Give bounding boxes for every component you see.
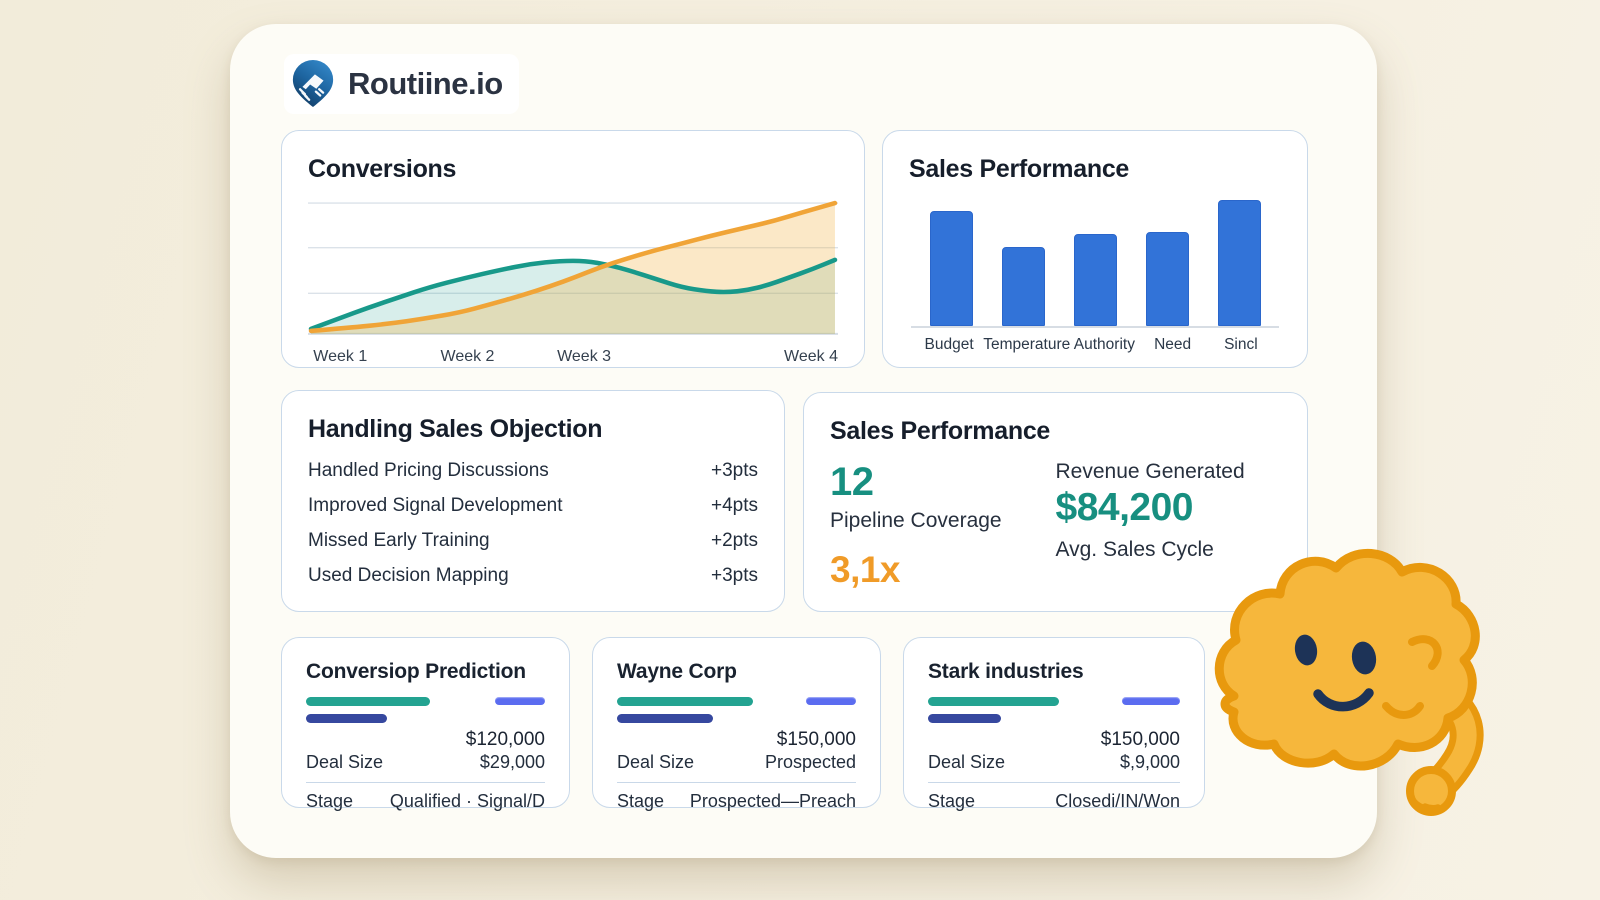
deal-size-label: Deal Size [928, 752, 1005, 773]
objection-points: +4pts [711, 495, 758, 517]
bar-label-need: Need [1139, 336, 1207, 354]
deal-amount: $150,000 [617, 729, 856, 751]
bar-label-sincl: Sincl [1207, 336, 1275, 354]
deal-progress-bars [928, 697, 1180, 723]
revenue-generated-value: $84,200 [1056, 486, 1282, 530]
stage-label: Stage [617, 791, 664, 812]
brain-mascot-icon [1206, 538, 1486, 823]
deal-card: Wayne Corp $150,000 Deal Size Prospected… [592, 637, 881, 808]
deal-size-value: $29,000 [480, 752, 545, 773]
divider [617, 782, 856, 783]
objection-label: Missed Early Training [308, 530, 490, 552]
objection-row: Improved Signal Development +4pts [308, 495, 758, 517]
stage-value: Qualified · Signal/D [390, 791, 545, 812]
stage-label: Stage [306, 791, 353, 812]
deal-card: Conversiop Prediction $120,000 Deal Size… [281, 637, 570, 808]
handshake-pin-icon [290, 60, 336, 108]
app-name: Routiine.io [348, 66, 503, 102]
objection-row: Handled Pricing Discussions +3pts [308, 460, 758, 482]
deal-amount: $150,000 [928, 729, 1180, 751]
bar-chart [909, 200, 1281, 326]
coverage-multiplier-value: 3,1x [830, 549, 1056, 591]
deal-size-value: Prospected [765, 752, 856, 773]
x-label-week3: Week 3 [557, 348, 611, 366]
bar-authority [1074, 234, 1117, 326]
deal-bar-teal [928, 697, 1059, 706]
bar-need [1146, 232, 1189, 327]
objection-points: +3pts [711, 460, 758, 482]
objection-label: Handled Pricing Discussions [308, 460, 549, 482]
dashboard-sheet: Routiine.io Conversions Week 1 Week 2 We… [230, 24, 1377, 858]
objection-points: +3pts [711, 565, 758, 587]
deal-amount: $120,000 [306, 729, 545, 751]
bar-label-temperature: Temperature [983, 336, 1070, 354]
conversions-x-axis: Week 1 Week 2 Week 3 Week 4 [308, 346, 838, 370]
deal-title: Stark industries [928, 660, 1180, 684]
conversions-title: Conversions [308, 155, 838, 184]
pipeline-coverage-label: Pipeline Coverage [830, 509, 1056, 533]
deal-bar-teal [617, 697, 753, 706]
stage-value: Closedi/IN/Won [1055, 791, 1180, 812]
deal-title: Wayne Corp [617, 660, 856, 684]
stage-value: Prospected—Preach [690, 791, 856, 812]
conversions-area-chart [308, 198, 838, 340]
x-label-week4: Week 4 [784, 348, 838, 366]
conversions-card: Conversions Week 1 Week 2 Week 3 Week 4 [281, 130, 865, 368]
deal-bar-navy [928, 714, 1001, 723]
bar-sincl [1218, 200, 1261, 326]
deal-bar-pill [495, 697, 545, 705]
bar-label-authority: Authority [1070, 336, 1138, 354]
objection-row: Used Decision Mapping +3pts [308, 565, 758, 587]
deal-title: Conversiop Prediction [306, 660, 545, 684]
deal-size-value: $,9,000 [1120, 752, 1180, 773]
x-label-week2: Week 2 [441, 348, 495, 366]
sales-stats-title: Sales Performance [830, 417, 1281, 446]
bar-label-budget: Budget [915, 336, 983, 354]
sales-performance-bar-title: Sales Performance [909, 155, 1281, 184]
objections-title: Handling Sales Objection [308, 415, 758, 444]
objections-card: Handling Sales Objection Handled Pricing… [281, 390, 785, 612]
deal-progress-bars [617, 697, 856, 723]
deal-bar-navy [617, 714, 713, 723]
revenue-generated-label: Revenue Generated [1056, 460, 1282, 484]
bar-budget [930, 211, 973, 326]
divider [306, 782, 545, 783]
objection-label: Used Decision Mapping [308, 565, 509, 587]
deal-card: Stark industries $150,000 Deal Size $,9,… [903, 637, 1205, 808]
dashboard-background: Routiine.io Conversions Week 1 Week 2 We… [0, 0, 1600, 900]
stage-label: Stage [928, 791, 975, 812]
deal-size-label: Deal Size [617, 752, 694, 773]
sales-performance-bar-card: Sales Performance Budget Temperature Aut… [882, 130, 1308, 368]
bar-chart-axis [911, 326, 1279, 328]
objection-row: Missed Early Training +2pts [308, 530, 758, 552]
bar-temperature [1002, 247, 1045, 326]
deal-bar-pill [806, 697, 856, 705]
deal-bar-pill [1122, 697, 1180, 705]
bar-chart-labels: Budget Temperature Authority Need Sincl [909, 336, 1281, 354]
pipeline-count-value: 12 [830, 460, 1056, 505]
deal-bar-navy [306, 714, 387, 723]
objection-points: +2pts [711, 530, 758, 552]
deal-progress-bars [306, 697, 545, 723]
objection-label: Improved Signal Development [308, 495, 563, 517]
x-label-week1: Week 1 [313, 348, 367, 366]
deal-bar-teal [306, 697, 430, 706]
deal-size-label: Deal Size [306, 752, 383, 773]
objections-list: Handled Pricing Discussions +3pts Improv… [308, 460, 758, 587]
divider [928, 782, 1180, 783]
app-logo: Routiine.io [284, 54, 519, 114]
